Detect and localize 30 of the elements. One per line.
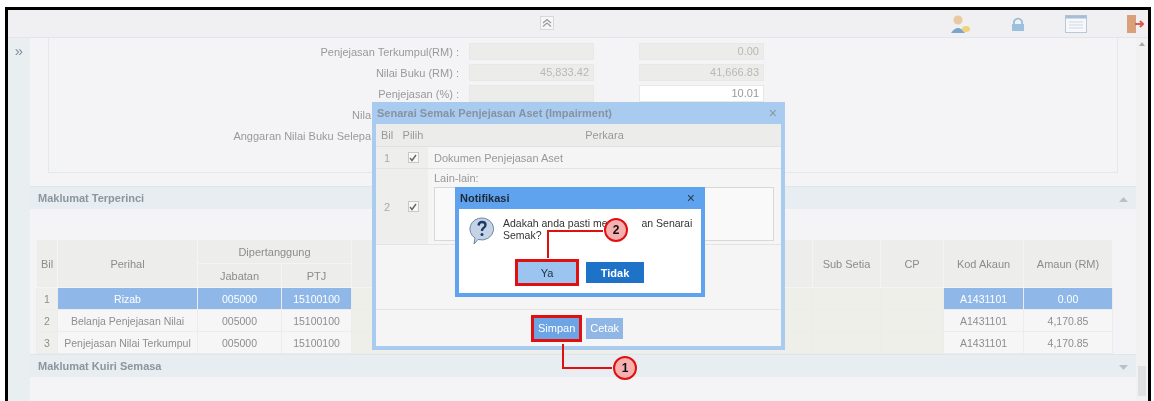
field-label: Nila <box>351 108 371 121</box>
column-header: Pilih <box>398 124 428 147</box>
field-label: Penjejasan (%) : <box>377 87 459 100</box>
section-title: Maklumat Kuiri Semasa <box>38 360 162 372</box>
column-header: Kod Akaun <box>943 239 1024 288</box>
table-cell: 1 <box>36 287 58 310</box>
field-label: Lain-lain: <box>434 172 479 184</box>
confirm-message: Semak? <box>503 229 542 241</box>
section-title: Maklumat Terperinci <box>38 192 145 204</box>
column-group-header: Dipertanggung <box>197 239 352 264</box>
column-header: CP <box>880 239 944 288</box>
field-label: Penjejasan Terkumpul(RM) : <box>319 45 459 58</box>
column-header: Sub Setia <box>812 239 881 288</box>
table-cell: Belanja Penjejasan Nilai <box>57 309 198 332</box>
confirm-message: an Senarai <box>641 217 693 229</box>
table-cell: 2 <box>36 309 58 332</box>
column-header: Bil <box>36 239 58 288</box>
field-label: Nilai Buku (RM) : <box>374 66 459 79</box>
column-header: Perihal <box>57 239 198 288</box>
column-header: Perkara <box>428 124 781 147</box>
field-label: Anggaran Nilai Buku Selepa <box>232 129 371 142</box>
table-cell: Penjejasan Nilai Terkumpul <box>57 331 198 354</box>
dialog-title: Senarai Semak Penjejasan Aset (Impairment) <box>377 107 612 119</box>
table-cell: 1 <box>376 147 398 169</box>
table-cell: 2 <box>376 169 398 245</box>
table-cell: 3 <box>36 331 58 354</box>
column-header: Bil <box>376 124 398 147</box>
dialog-title: Notifikasi <box>460 192 510 204</box>
column-header: Amaun (RM) <box>1023 239 1113 288</box>
table-cell: Rizab <box>57 287 198 310</box>
